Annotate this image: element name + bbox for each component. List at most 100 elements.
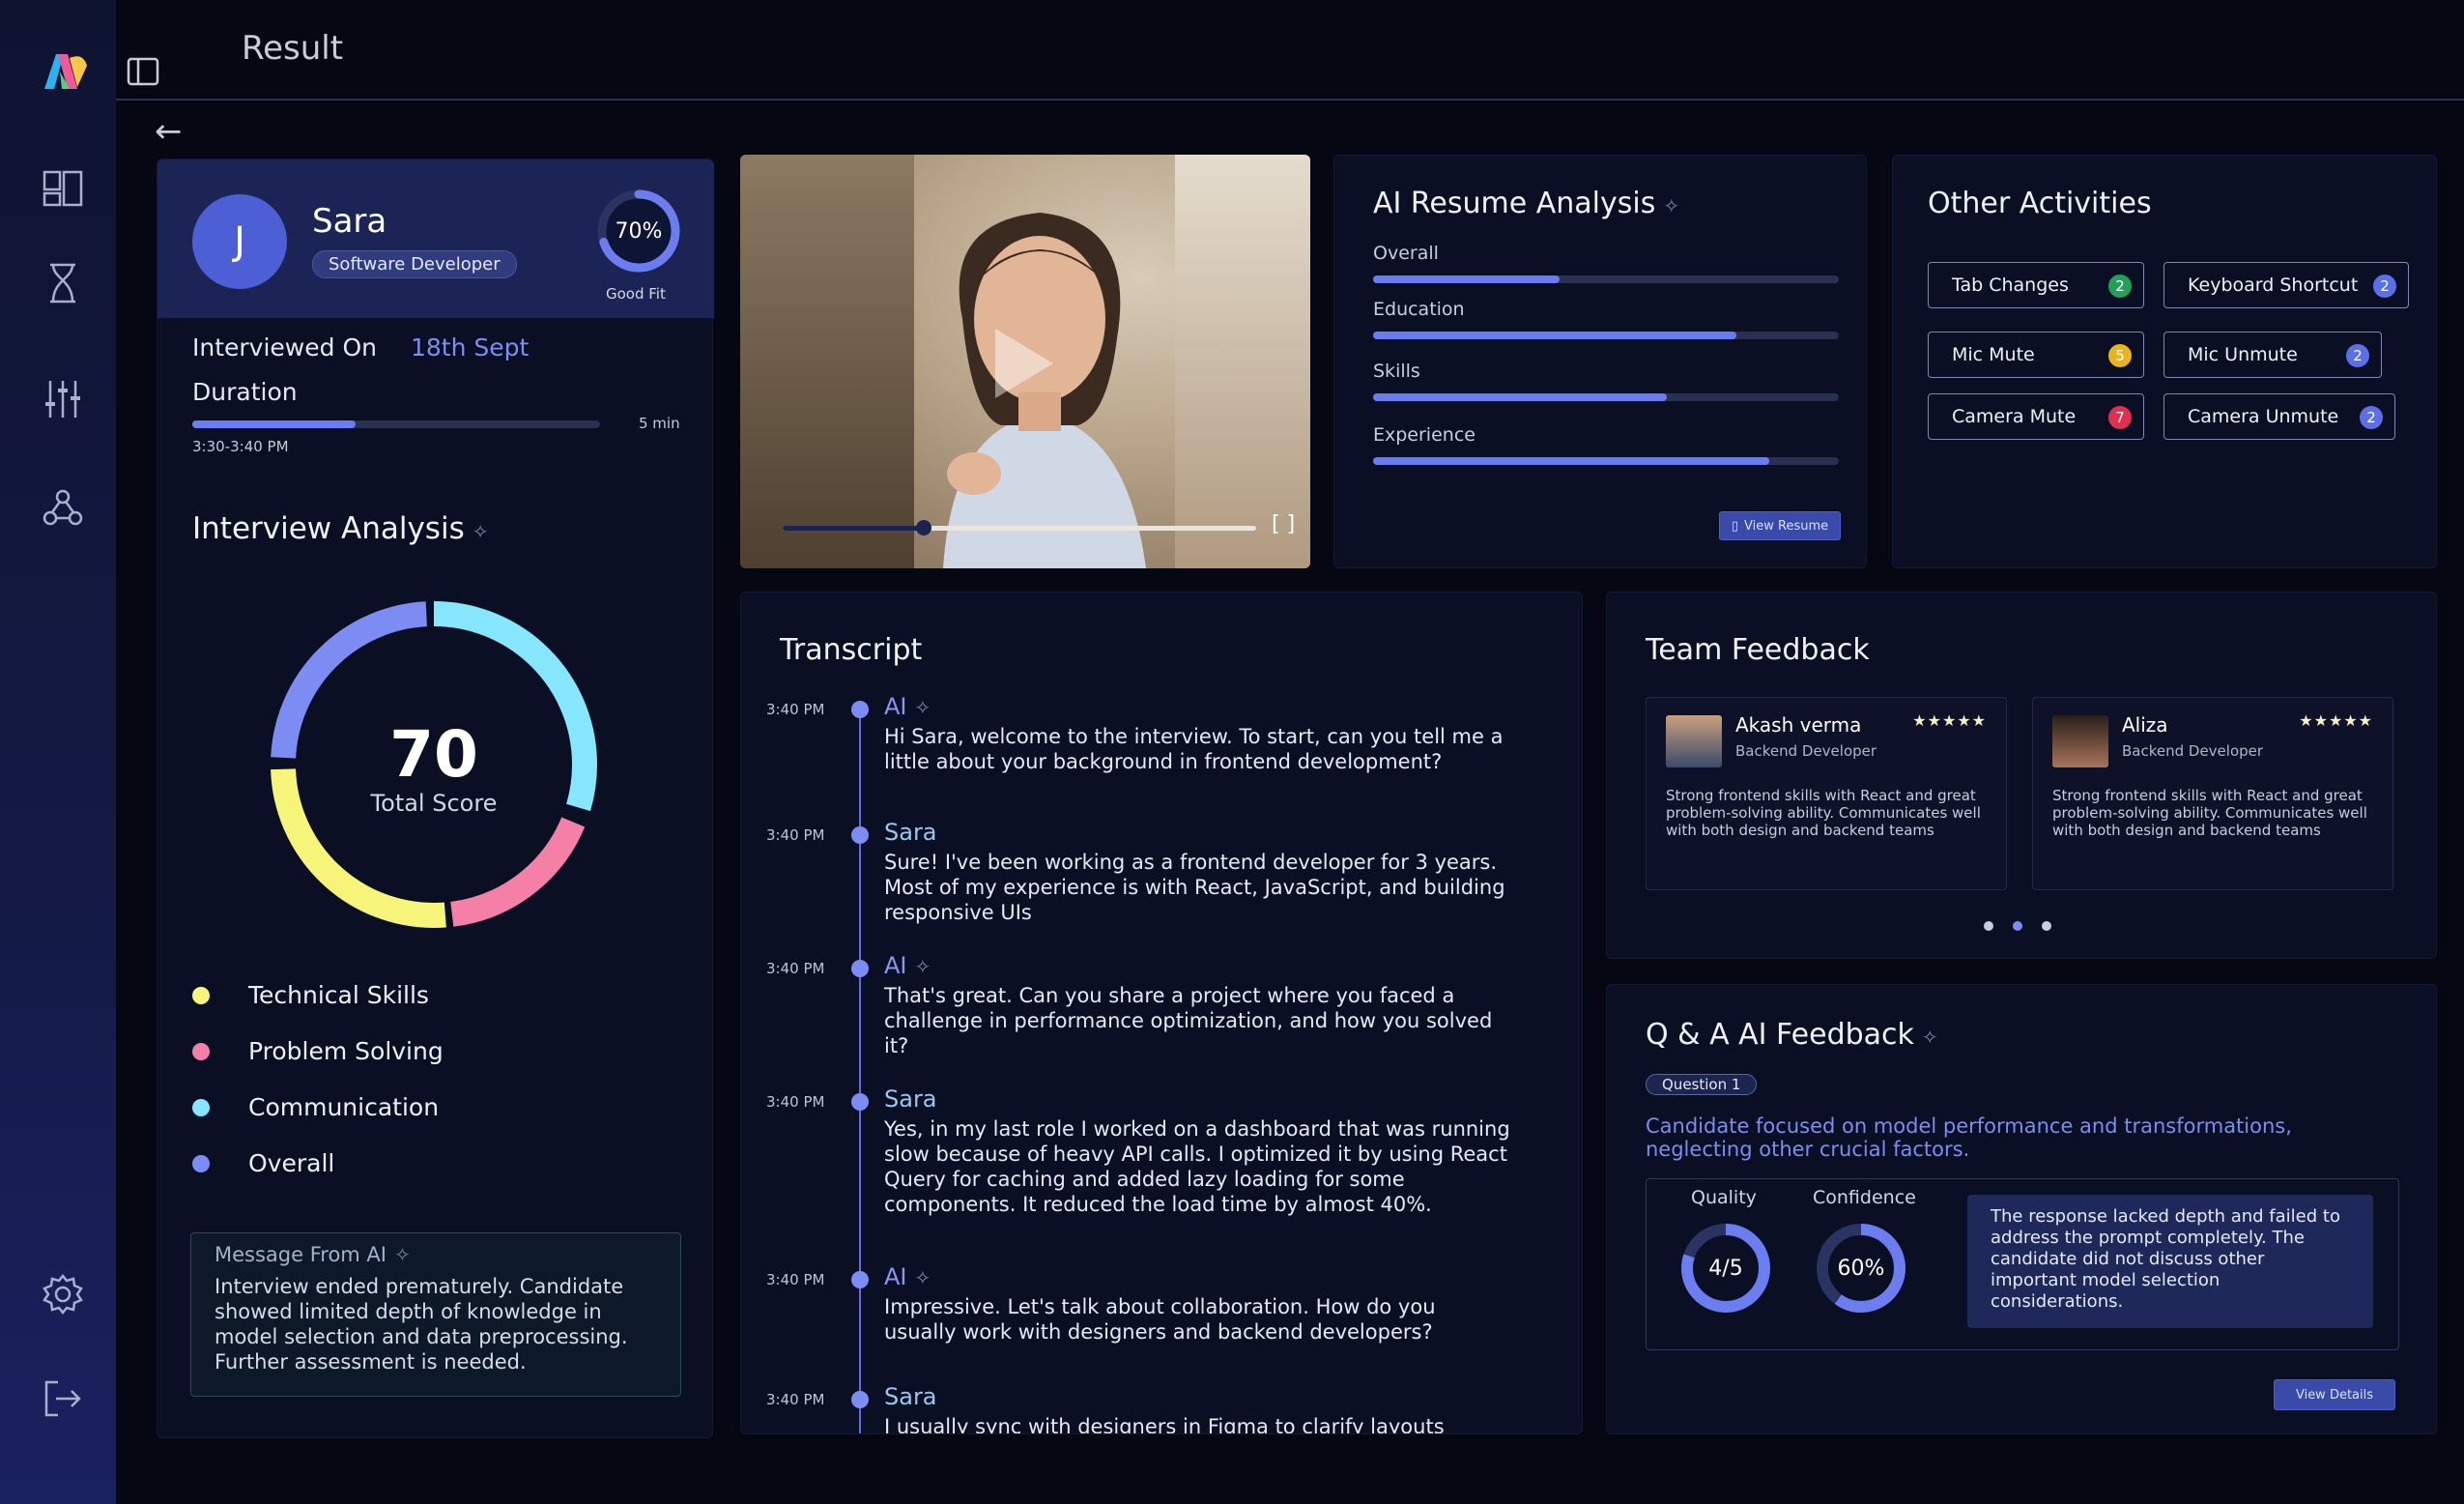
resume-bar-fill xyxy=(1373,393,1667,401)
activity-camera-mute[interactable]: Camera Mute 7 xyxy=(1928,393,2144,440)
carousel-dot[interactable] xyxy=(2042,921,2051,931)
team-feedback-title: Team Feedback xyxy=(1646,633,1870,667)
transcript-time: 3:40 PM xyxy=(766,1271,825,1288)
timeline-dot xyxy=(851,826,869,844)
activity-count: 2 xyxy=(2360,406,2383,429)
transcript-text: I usually sync with designers in Figma t… xyxy=(884,1415,1445,1434)
activity-count: 2 xyxy=(2373,275,2396,298)
logout-icon[interactable] xyxy=(39,1374,87,1423)
carousel-dot[interactable] xyxy=(2013,921,2022,931)
speaker-name: AI xyxy=(884,1263,907,1290)
legend-label: Communication xyxy=(248,1093,440,1121)
view-details-button[interactable]: View Details xyxy=(2274,1379,2395,1410)
reviewer-name: Aliza xyxy=(2122,713,2168,737)
resume-analysis-card: AI Resume Analysis ✧ Overall Education Sk… xyxy=(1333,155,1867,568)
qa-title-text: Q & A AI Feedback xyxy=(1646,1018,1914,1052)
activity-mic-unmute[interactable]: Mic Unmute 2 xyxy=(2163,332,2382,378)
qa-metrics-box: Quality 4/5 Confidence 60% The response … xyxy=(1646,1178,2399,1350)
document-icon: ▯ xyxy=(1731,518,1739,534)
legend-label: Technical Skills xyxy=(248,981,429,1009)
qa-feedback-card: Q & A AI Feedback ✧ Question 1 Candidate … xyxy=(1606,984,2437,1434)
activity-count: 7 xyxy=(2108,406,2132,429)
star-rating: ★★★★★ xyxy=(2299,711,2373,730)
activity-tab-changes[interactable]: Tab Changes 2 xyxy=(1928,262,2144,308)
activity-keyboard-shortcut[interactable]: Keyboard Shortcut 2 xyxy=(2163,262,2409,308)
sparkle-icon: ✧ xyxy=(914,1266,931,1289)
legend-label: Overall xyxy=(248,1149,335,1177)
duration-value: 5 min xyxy=(639,415,680,432)
dashboard-icon[interactable] xyxy=(39,164,87,213)
reviewer-name: Akash verma xyxy=(1735,713,1862,737)
back-arrow-icon[interactable]: ← xyxy=(155,112,183,151)
page-title: Result xyxy=(242,29,344,68)
transcript-time: 3:40 PM xyxy=(766,1093,825,1111)
reviewer-role: Backend Developer xyxy=(1735,742,1877,760)
activity-label: Keyboard Shortcut xyxy=(2188,275,2359,296)
resume-bar-education xyxy=(1373,332,1839,339)
timeline-dot xyxy=(851,701,869,718)
activity-camera-unmute[interactable]: Camera Unmute 2 xyxy=(2163,393,2395,440)
total-score-label: Total Score xyxy=(370,790,498,817)
sparkle-icon: ✧ xyxy=(393,1243,411,1266)
time-range: 3:30-3:40 PM xyxy=(192,438,289,455)
app-logo-icon[interactable] xyxy=(41,48,91,93)
transcript-text: Hi Sara, welcome to the interview. To st… xyxy=(884,725,1504,773)
quality-gauge: 4/5 xyxy=(1679,1222,1772,1315)
speaker-name: AI xyxy=(884,693,907,720)
video-background-wall xyxy=(1175,155,1310,568)
timeline-dot xyxy=(851,1271,869,1288)
transcript-speaker: Sara xyxy=(884,1383,937,1410)
transcript-time: 3:40 PM xyxy=(766,701,825,718)
resume-bar-label: Skills xyxy=(1373,361,1420,382)
play-icon[interactable] xyxy=(995,329,1053,398)
activity-count: 2 xyxy=(2346,344,2369,367)
activities-title: Other Activities xyxy=(1928,187,2152,220)
panel-toggle-icon[interactable] xyxy=(126,54,160,89)
candidate-header: J Sara Software Developer 70% Good Fit xyxy=(158,159,714,318)
resume-bar-fill xyxy=(1373,457,1769,465)
feedback-card[interactable]: Akash verma Backend Developer ★★★★★ Stro… xyxy=(1646,697,2007,890)
legend-technical: Technical Skills xyxy=(192,981,429,1009)
duration-label: Duration xyxy=(192,378,298,406)
interview-analysis-title-text: Interview Analysis xyxy=(192,511,465,546)
candidate-card: J Sara Software Developer 70% Good Fit I… xyxy=(157,159,714,1438)
activity-count: 2 xyxy=(2108,275,2132,298)
transcript-speaker: AI ✧ xyxy=(884,1263,931,1290)
interview-video[interactable]: [ ] xyxy=(740,155,1310,568)
webhook-icon[interactable] xyxy=(39,483,87,532)
sparkle-icon: ✧ xyxy=(1921,1026,1938,1049)
role-badge: Software Developer xyxy=(312,250,517,278)
timeline-dot xyxy=(851,960,869,977)
carousel-dots xyxy=(1984,921,2051,931)
total-score-value: 70 xyxy=(389,717,478,792)
activity-mic-mute[interactable]: Mic Mute 5 xyxy=(1928,332,2144,378)
ai-message-title-text: Message From AI xyxy=(215,1243,387,1266)
settings-icon[interactable] xyxy=(39,1270,87,1318)
timeline-dot xyxy=(851,1093,869,1111)
transcript-title: Transcript xyxy=(780,633,923,667)
video-progress-handle[interactable] xyxy=(916,520,931,535)
view-resume-button[interactable]: ▯ View Resume xyxy=(1719,511,1841,540)
timeline-line xyxy=(859,707,861,1433)
duration-bar-fill xyxy=(192,420,356,428)
topbar: Result xyxy=(116,0,2464,101)
fullscreen-icon[interactable]: [ ] xyxy=(1272,512,1295,536)
transcript-speaker: Sara xyxy=(884,819,937,846)
activity-label: Mic Unmute xyxy=(2188,344,2298,365)
feedback-card[interactable]: Aliza Backend Developer ★★★★★ Strong fro… xyxy=(2032,697,2393,890)
question-badge[interactable]: Question 1 xyxy=(1646,1074,1758,1095)
legend-communication: Communication xyxy=(192,1093,439,1121)
video-progress[interactable] xyxy=(783,520,1256,535)
hourglass-icon[interactable] xyxy=(39,259,87,307)
transcript-text: Yes, in my last role I worked on a dashb… xyxy=(884,1117,1510,1216)
sliders-icon[interactable] xyxy=(39,375,87,423)
carousel-dot[interactable] xyxy=(1984,921,1993,931)
ai-message-body: Interview ended prematurely. Candidate s… xyxy=(215,1275,628,1374)
transcript-card[interactable]: Transcript 3:40 PM AI ✧ Hi Sara, welcome … xyxy=(740,592,1583,1434)
sparkle-icon: ✧ xyxy=(472,520,489,543)
quality-label: Quality xyxy=(1691,1187,1757,1208)
sparkle-icon: ✧ xyxy=(914,955,931,978)
reviewer-photo xyxy=(1666,715,1722,767)
activity-label: Camera Unmute xyxy=(2188,406,2339,427)
resume-bar-label: Education xyxy=(1373,299,1465,320)
